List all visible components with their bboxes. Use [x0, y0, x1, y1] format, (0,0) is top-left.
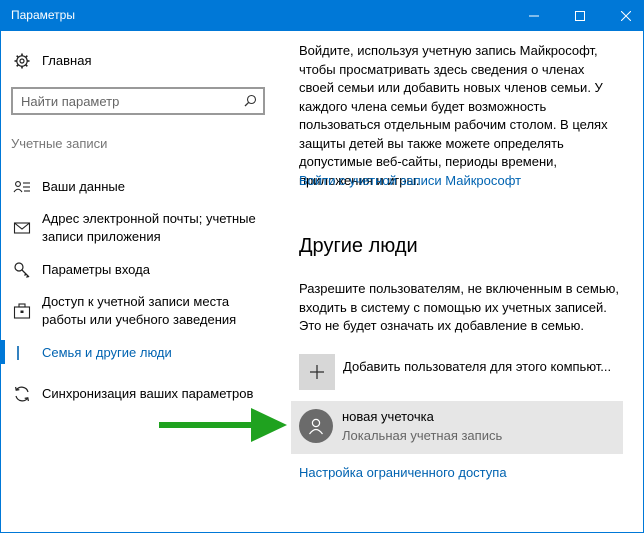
close-icon — [621, 11, 631, 21]
sidebar-item-label: Главная — [42, 53, 92, 68]
sidebar-item-sync[interactable]: Синхронизация ваших параметров — [1, 384, 277, 404]
maximize-icon — [575, 11, 585, 21]
sidebar-item-home[interactable]: Главная — [1, 51, 277, 71]
minimize-button[interactable] — [511, 1, 557, 31]
add-user-label: Добавить пользователя для этого компьют.… — [343, 359, 612, 374]
maximize-button[interactable] — [557, 1, 603, 31]
other-people-description: Разрешите пользователям, не включенным в… — [299, 281, 619, 333]
account-name: новая учеточка — [342, 409, 434, 424]
sidebar-item-label: Семья и другие люди — [42, 345, 172, 360]
person-card-icon — [13, 181, 30, 193]
close-button[interactable] — [603, 1, 643, 31]
plus-icon — [299, 354, 335, 390]
sidebar-item-label: Доступ к учетной записи места работы или… — [42, 294, 237, 327]
restricted-access-link[interactable]: Настройка ограниченного доступа — [299, 465, 507, 480]
sidebar-item-sign-in-options[interactable]: Параметры входа — [1, 260, 277, 280]
sidebar-item-label: Ваши данные — [42, 179, 125, 194]
sidebar-item-label: Синхронизация ваших параметров — [42, 386, 254, 401]
add-user-button[interactable]: Добавить пользователя для этого компьют.… — [299, 354, 619, 392]
window-title: Параметры — [11, 8, 75, 22]
sidebar-item-family[interactable]: Семья и другие люди — [1, 343, 277, 363]
annotation-arrow-icon — [159, 408, 287, 442]
sidebar-item-your-info[interactable]: Ваши данные — [1, 177, 277, 197]
sidebar: Главная Учетные записи Ваши данные — [1, 31, 277, 532]
key-icon — [14, 262, 30, 278]
intro-text: Войдите, используя учетную запись Майкро… — [299, 43, 608, 188]
section-heading: Другие люди — [299, 235, 418, 257]
mail-icon — [13, 222, 31, 234]
signin-microsoft-link[interactable]: Войти с учетной записи Майкрософт — [299, 173, 521, 188]
gear-icon — [14, 53, 30, 69]
settings-window: Параметры Главная Найти параметр Учетные… — [0, 0, 644, 533]
briefcase-icon — [13, 303, 31, 319]
sidebar-item-work-access[interactable]: Доступ к учетной записи места работы или… — [1, 293, 277, 331]
search-icon — [244, 94, 257, 107]
sidebar-item-label: Адрес электронной почты; учетные записи … — [42, 211, 256, 244]
avatar — [299, 409, 333, 443]
main-content: Войдите, используя учетную запись Майкро… — [277, 31, 643, 532]
minimize-icon — [529, 15, 539, 17]
person-icon — [309, 418, 323, 435]
sync-icon — [15, 386, 29, 402]
people-icon — [13, 344, 31, 362]
sidebar-item-email-accounts[interactable]: Адрес электронной почты; учетные записи … — [1, 210, 277, 248]
section-label: Учетные записи — [11, 136, 108, 151]
search-input[interactable] — [21, 93, 231, 109]
search-box[interactable] — [11, 87, 265, 115]
title-bar: Параметры — [1, 1, 643, 31]
sidebar-item-label: Параметры входа — [42, 262, 150, 277]
account-type: Локальная учетная запись — [342, 428, 503, 443]
account-item[interactable]: новая учеточка Локальная учетная запись — [291, 401, 623, 454]
